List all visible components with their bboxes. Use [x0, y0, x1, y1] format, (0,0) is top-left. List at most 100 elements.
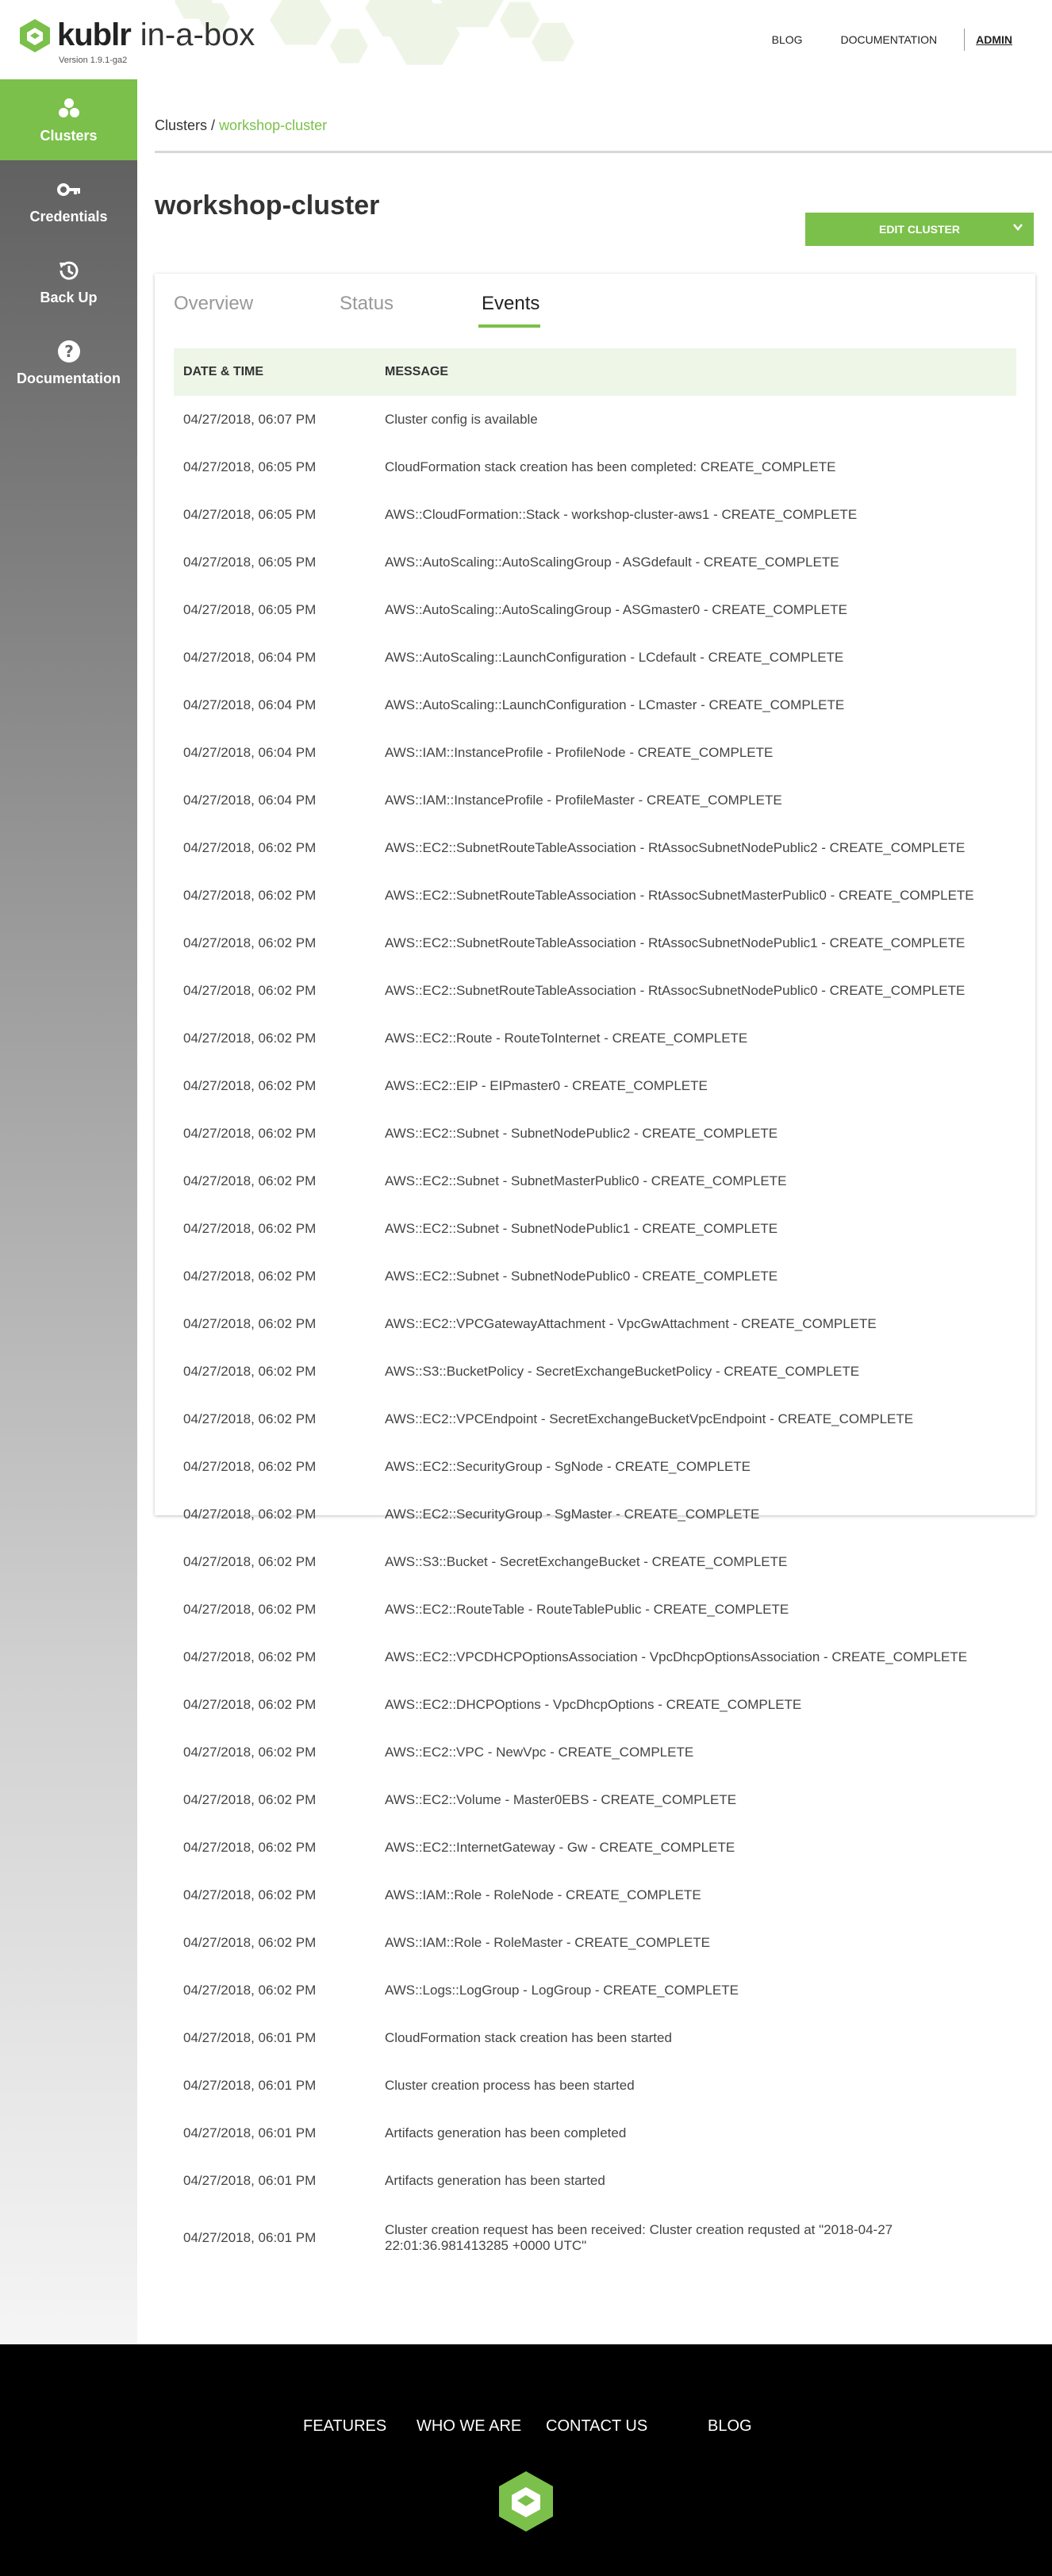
event-datetime: 04/27/2018, 06:02 PM [183, 1602, 317, 1617]
event-message: AWS::EC2::VPCGatewayAttachment - VpcGwAt… [385, 1316, 877, 1331]
events-table-header: DATE & TIME MESSAGE [174, 348, 1016, 396]
table-row: 04/27/2018, 06:02 PM AWS::EC2::SubnetRout… [174, 919, 1016, 967]
table-row: 04/27/2018, 06:02 PM AWS::EC2::Subnet - S… [174, 1157, 1016, 1205]
footer-logo-icon[interactable] [496, 2470, 556, 2533]
event-message: AWS::EC2::SubnetRouteTableAssociation - … [385, 983, 966, 998]
table-row: 04/27/2018, 06:05 PM CloudFormation stack… [174, 443, 1016, 491]
version-label: Version 1.9.1-ga2 [59, 56, 128, 65]
nav-blog-link[interactable]: BLOG [772, 33, 803, 46]
table-row: 04/27/2018, 06:05 PM AWS::CloudFormation:… [174, 491, 1016, 539]
events-table-body: 04/27/2018, 06:07 PM Cluster config is av… [174, 396, 1016, 2271]
event-datetime: 04/27/2018, 06:02 PM [183, 1745, 317, 1760]
event-message: AWS::AutoScaling::AutoScalingGroup - ASG… [385, 602, 847, 617]
event-datetime: 04/27/2018, 06:02 PM [183, 840, 317, 855]
brand-name: kublr [57, 17, 132, 52]
event-datetime: 04/27/2018, 06:02 PM [183, 1983, 317, 1998]
footer: FEATURES WHO WE ARE CONTACT US BLOG [0, 2344, 1052, 2576]
table-row: 04/27/2018, 06:02 PM AWS::S3::BucketPolic… [174, 1348, 1016, 1395]
footer-link-blog[interactable]: BLOG [708, 2417, 752, 2436]
table-row: 04/27/2018, 06:02 PM AWS::EC2::EIP - EIPm… [174, 1062, 1016, 1110]
footer-link-who-we-are[interactable]: WHO WE ARE [417, 2417, 521, 2436]
event-datetime: 04/27/2018, 06:02 PM [183, 1459, 317, 1474]
event-datetime: 04/27/2018, 06:02 PM [183, 935, 317, 950]
table-row: 04/27/2018, 06:01 PM Cluster creation req… [174, 2205, 1016, 2271]
event-datetime: 04/27/2018, 06:01 PM [183, 2078, 317, 2093]
event-message: Artifacts generation has been started [385, 2173, 605, 2188]
event-message: AWS::EC2::SecurityGroup - SgMaster - CRE… [385, 1507, 760, 1522]
clusters-icon [58, 98, 79, 117]
edit-cluster-button[interactable]: EDIT CLUSTER [805, 213, 1034, 246]
cluster-tabs: Overview Status Events [155, 274, 1035, 337]
sidebar-item-documentation[interactable]: ? Documentation [0, 322, 137, 403]
event-datetime: 04/27/2018, 06:05 PM [183, 555, 317, 570]
event-datetime: 04/27/2018, 06:07 PM [183, 412, 317, 427]
kublr-logo[interactable]: kublr in-a-box [17, 17, 255, 53]
table-row: 04/27/2018, 06:02 PM AWS::EC2::Subnet - S… [174, 1110, 1016, 1157]
event-message: AWS::EC2::VPC - NewVpc - CREATE_COMPLETE [385, 1745, 694, 1760]
breadcrumb-root-link[interactable]: Clusters [155, 117, 207, 133]
history-icon [59, 261, 78, 280]
event-message: AWS::EC2::Subnet - SubnetNodePublic2 - C… [385, 1126, 778, 1141]
event-datetime: 04/27/2018, 06:01 PM [183, 2030, 317, 2045]
nav-documentation-link[interactable]: DOCUMENTATION [841, 33, 938, 46]
table-row: 04/27/2018, 06:02 PM AWS::EC2::SubnetRout… [174, 872, 1016, 919]
column-header-message: MESSAGE [385, 365, 449, 378]
event-message: AWS::IAM::Role - RoleNode - CREATE_COMPL… [385, 1887, 701, 1902]
event-datetime: 04/27/2018, 06:02 PM [183, 1887, 317, 1902]
tab-events[interactable]: Events [482, 293, 539, 315]
breadcrumb-divider [155, 151, 1052, 153]
event-message: Cluster config is available [385, 412, 538, 427]
footer-link-contact-us[interactable]: CONTACT US [546, 2417, 647, 2436]
sidebar-item-clusters[interactable]: Clusters [0, 79, 137, 160]
event-message: AWS::EC2::Volume - Master0EBS - CREATE_C… [385, 1792, 737, 1807]
help-icon: ? [57, 340, 80, 363]
event-datetime: 04/27/2018, 06:02 PM [183, 983, 317, 998]
top-header: kublr in-a-box Version 1.9.1-ga2 BLOG DO… [0, 0, 1052, 79]
event-datetime: 04/27/2018, 06:01 PM [183, 2230, 317, 2245]
event-datetime: 04/27/2018, 06:02 PM [183, 1173, 317, 1188]
event-datetime: 04/27/2018, 06:02 PM [183, 1792, 317, 1807]
event-message: AWS::EC2::Subnet - SubnetNodePublic1 - C… [385, 1221, 778, 1236]
table-row: 04/27/2018, 06:04 PM AWS::AutoScaling::La… [174, 681, 1016, 729]
event-message: AWS::Logs::LogGroup - LogGroup - CREATE_… [385, 1983, 739, 1998]
event-message: AWS::IAM::InstanceProfile - ProfileNode … [385, 745, 774, 760]
event-datetime: 04/27/2018, 06:02 PM [183, 1840, 317, 1855]
table-row: 04/27/2018, 06:07 PM Cluster config is av… [174, 396, 1016, 443]
table-row: 04/27/2018, 06:02 PM AWS::EC2::VPC - NewV… [174, 1729, 1016, 1776]
footer-link-features[interactable]: FEATURES [303, 2417, 386, 2436]
table-row: 04/27/2018, 06:02 PM AWS::Logs::LogGroup … [174, 1967, 1016, 2014]
user-menu-link[interactable]: admin [976, 33, 1012, 46]
sidebar-item-label: Back Up [40, 289, 98, 305]
event-datetime: 04/27/2018, 06:04 PM [183, 745, 317, 760]
table-row: 04/27/2018, 06:02 PM AWS::EC2::RouteTable… [174, 1586, 1016, 1634]
event-datetime: 04/27/2018, 06:01 PM [183, 2125, 317, 2140]
table-row: 04/27/2018, 06:02 PM AWS::S3::Bucket - Se… [174, 1538, 1016, 1586]
event-datetime: 04/27/2018, 06:02 PM [183, 1697, 317, 1712]
breadcrumb: Clusters / workshop-cluster [155, 117, 327, 134]
cluster-card: Overview Status Events DATE & TIME MESSA… [155, 274, 1035, 2253]
tab-overview[interactable]: Overview [174, 293, 253, 315]
event-message: AWS::AutoScaling::LaunchConfiguration - … [385, 650, 844, 665]
event-message: AWS::EC2::SubnetRouteTableAssociation - … [385, 840, 966, 855]
event-message: AWS::EC2::Subnet - SubnetNodePublic0 - C… [385, 1269, 778, 1284]
event-message: AWS::EC2::SubnetRouteTableAssociation - … [385, 888, 974, 903]
event-message: Cluster creation request has been receiv… [385, 2222, 893, 2253]
event-message: AWS::EC2::InternetGateway - Gw - CREATE_… [385, 1840, 735, 1855]
sidebar-item-credentials[interactable]: Credentials [0, 160, 137, 241]
main-content: Clusters / workshop-cluster workshop-clu… [137, 79, 1052, 2344]
table-row: 04/27/2018, 06:02 PM AWS::EC2::SecurityGr… [174, 1443, 1016, 1491]
table-row: 04/27/2018, 06:04 PM AWS::AutoScaling::La… [174, 634, 1016, 681]
tab-status[interactable]: Status [340, 293, 394, 315]
table-row: 04/27/2018, 06:02 PM AWS::EC2::Subnet - S… [174, 1205, 1016, 1253]
events-table: DATE & TIME MESSAGE 04/27/2018, 06:07 PM… [174, 348, 1016, 2271]
table-row: 04/27/2018, 06:01 PM Artifacts generation… [174, 2110, 1016, 2157]
key-icon [56, 182, 80, 196]
event-datetime: 04/27/2018, 06:04 PM [183, 697, 317, 712]
event-message: AWS::EC2::DHCPOptions - VpcDhcpOptions -… [385, 1697, 802, 1712]
event-datetime: 04/27/2018, 06:02 PM [183, 1269, 317, 1284]
chevron-down-icon[interactable] [1012, 221, 1024, 233]
sidebar-item-backup[interactable]: Back Up [0, 241, 137, 322]
event-datetime: 04/27/2018, 06:02 PM [183, 888, 317, 903]
column-header-date: DATE & TIME [183, 365, 264, 378]
brand-product: in-a-box [140, 17, 255, 52]
